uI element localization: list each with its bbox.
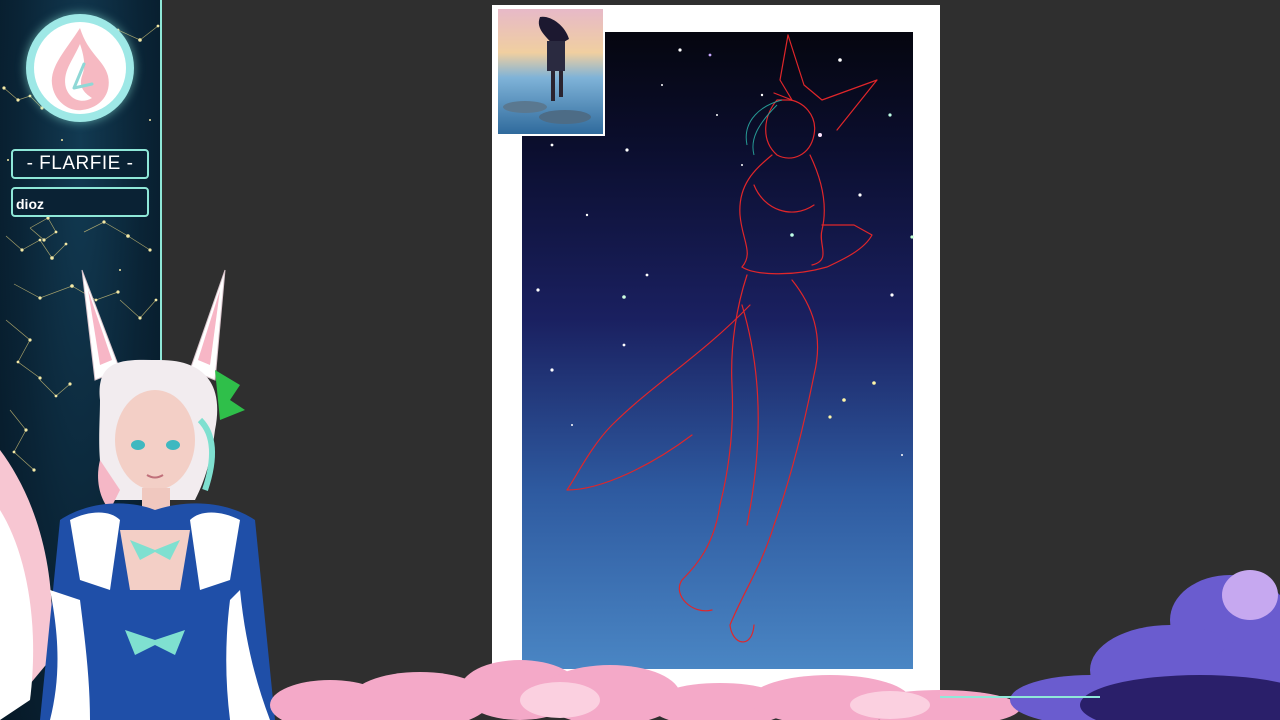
streamer-name-label: - FLARFIE - xyxy=(11,149,149,179)
vtuber-avatar xyxy=(0,269,275,720)
overlay-divider xyxy=(940,696,1100,698)
channel-logo xyxy=(26,14,134,122)
flame-drop-logo-icon xyxy=(34,22,126,114)
chat-message-box: dioz xyxy=(11,187,149,217)
reference-image[interactable] xyxy=(495,7,605,136)
